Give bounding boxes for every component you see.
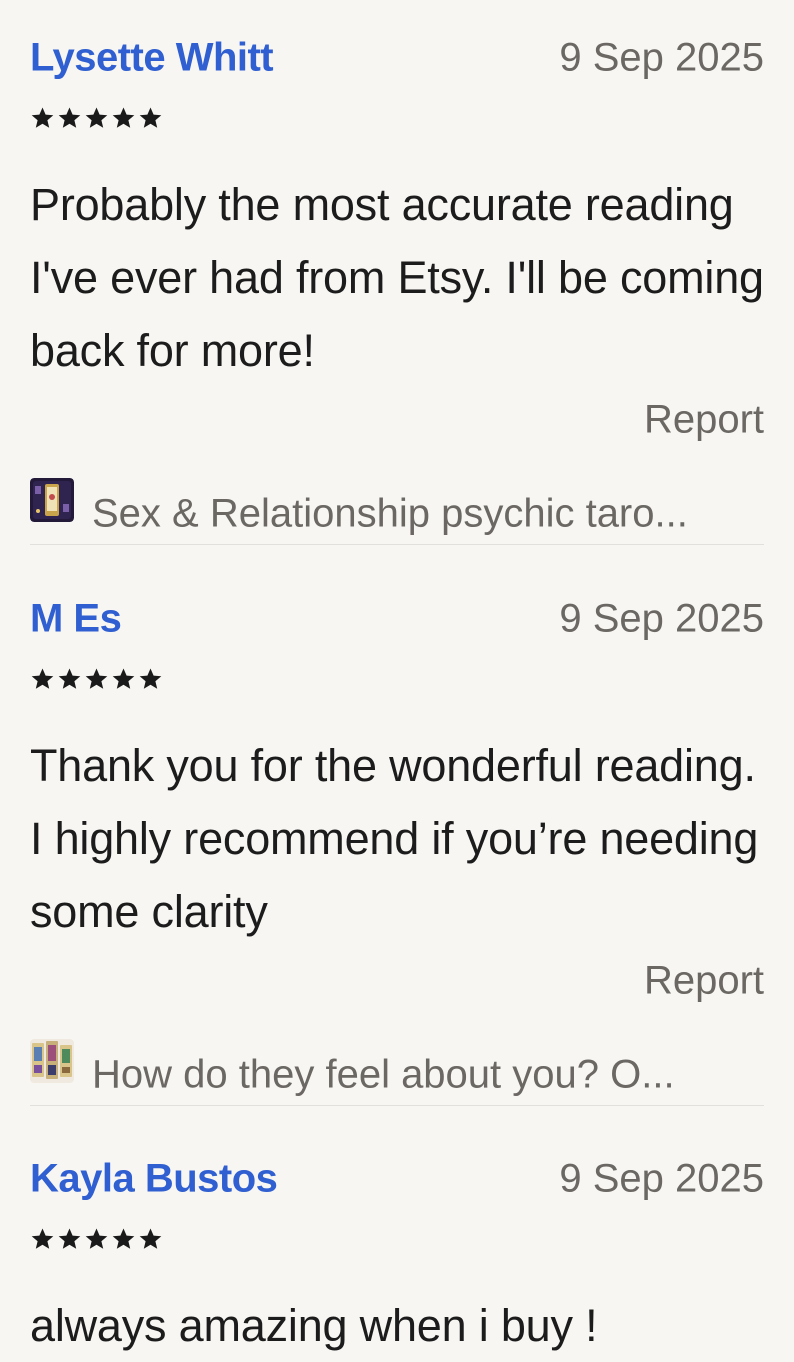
star-icon [139,668,162,689]
star-icon [58,1228,81,1249]
reviewer-name[interactable]: Kayla Bustos [30,1157,278,1202]
review-date: 9 Sep 2025 [559,1156,764,1201]
star-icon [58,107,81,128]
review-header: M Es 9 Sep 2025 [30,583,764,641]
star-icon [85,668,108,689]
star-rating [30,106,163,130]
star-icon [139,107,162,128]
reviewed-product-link[interactable]: Sex & Relationship psychic taro... [30,478,764,542]
review-date: 9 Sep 2025 [559,35,764,80]
report-link[interactable]: Report [644,398,764,443]
star-rating [30,667,163,691]
star-icon [85,1228,108,1249]
product-thumbnail[interactable] [30,1039,74,1083]
star-icon [31,107,54,128]
review-text: Thank you for the wonderful reading. I h… [30,740,759,937]
review-header: Kayla Bustos 9 Sep 2025 [30,1143,764,1201]
report-link[interactable]: Report [644,959,764,1004]
review-header: Lysette Whitt 9 Sep 2025 [30,22,764,80]
reviewed-product-link[interactable]: How do they feel about you? O... [30,1039,764,1103]
review-text: always amazing when i buy ! [30,1300,598,1351]
star-icon [112,1228,135,1249]
star-rating [30,1227,163,1251]
star-icon [112,668,135,689]
product-title[interactable]: How do they feel about you? O... [92,1053,764,1098]
star-icon [31,668,54,689]
product-title[interactable]: Sex & Relationship psychic taro... [92,492,764,537]
star-icon [58,668,81,689]
star-icon [139,1228,162,1249]
review-text: Probably the most accurate reading I've … [30,179,764,376]
star-icon [112,107,135,128]
review-divider [30,544,764,545]
review-date: 9 Sep 2025 [559,596,764,641]
reviews-list: Lysette Whitt 9 Sep 2025 Probably the mo… [0,0,794,1351]
reviewer-name[interactable]: Lysette Whitt [30,36,274,81]
product-thumbnail[interactable] [30,478,74,522]
star-icon [31,1228,54,1249]
reviewer-name[interactable]: M Es [30,597,122,642]
star-icon [85,107,108,128]
review-divider [30,1105,764,1106]
